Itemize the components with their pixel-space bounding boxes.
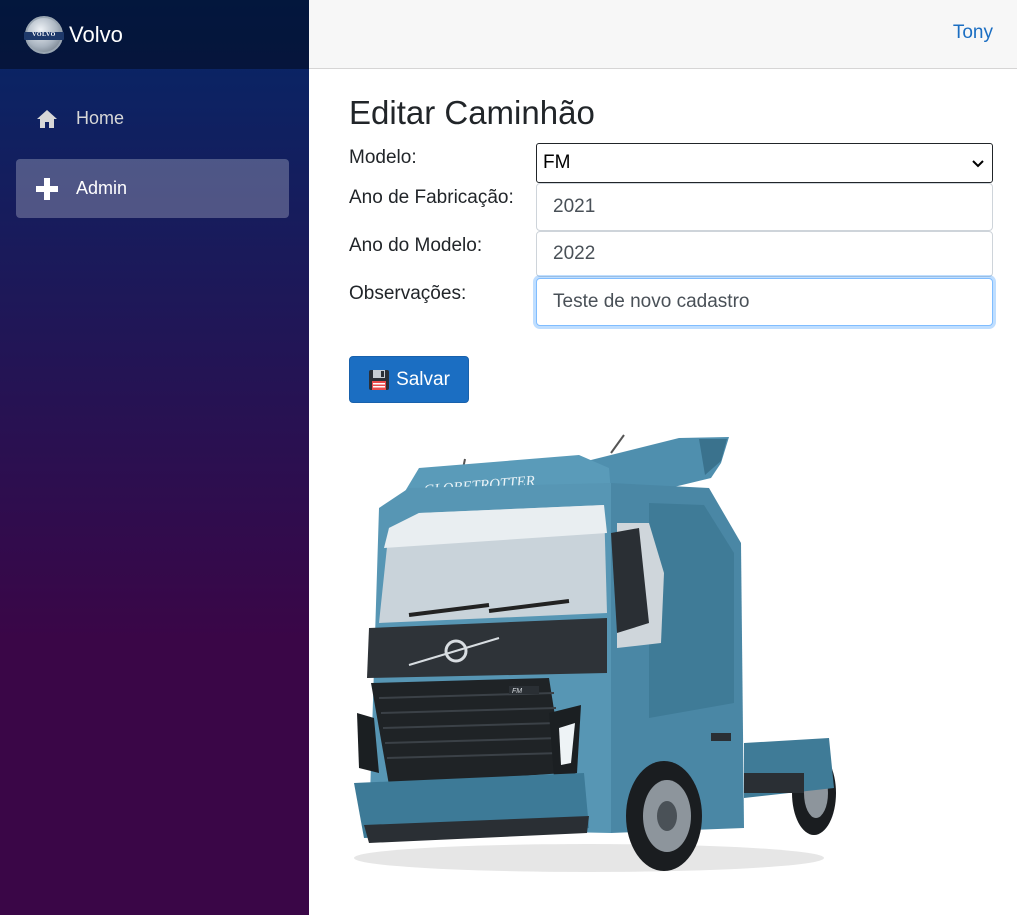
floppy-disk-icon [368, 369, 390, 391]
sidebar-item-label: Admin [76, 178, 128, 198]
observacoes-input[interactable]: Teste de novo cadastro [536, 278, 993, 326]
page-title: Editar Caminhão [349, 94, 595, 131]
truck-badge: FM [512, 688, 522, 695]
sidebar-item-home[interactable]: Home [16, 89, 289, 148]
save-button[interactable]: Salvar [349, 356, 469, 403]
plus-icon [35, 177, 59, 201]
logo-text: VOLVO [32, 31, 56, 38]
observacoes-value: Teste de novo cadastro [553, 291, 750, 312]
sidebar: VOLVO Volvo Home Admin [0, 0, 309, 915]
ano-fabricacao-label: Ano de Fabricação: [349, 187, 514, 208]
modelo-label: Modelo: [349, 147, 417, 168]
ano-modelo-label: Ano do Modelo: [349, 235, 483, 256]
sidebar-item-admin[interactable]: Admin [16, 159, 289, 218]
volvo-logo-icon: VOLVO [24, 15, 64, 54]
chevron-down-icon [972, 152, 984, 174]
save-button-label: Salvar [396, 368, 450, 390]
modelo-value: FM [543, 152, 571, 173]
truck-image: GLOBETROTTER FM [349, 433, 844, 883]
ano-modelo-value: 2022 [553, 243, 596, 264]
user-link[interactable]: Tony [953, 22, 993, 44]
ano-fabricacao-input[interactable]: 2021 [536, 183, 993, 231]
brand[interactable]: VOLVO Volvo [0, 0, 309, 69]
ano-fabricacao-value: 2021 [553, 196, 596, 217]
ano-modelo-input[interactable]: 2022 [536, 231, 993, 277]
brand-name: Volvo [69, 21, 123, 47]
sidebar-nav: Home Admin [0, 69, 309, 218]
sidebar-item-label: Home [76, 108, 125, 128]
main-content: Editar Caminhão Modelo: FM Ano de Fabric… [349, 69, 994, 872]
observacoes-label: Observações: [349, 283, 467, 304]
top-bar: Tony [309, 0, 1017, 69]
home-icon [35, 107, 59, 131]
modelo-select[interactable]: FM [536, 143, 993, 183]
